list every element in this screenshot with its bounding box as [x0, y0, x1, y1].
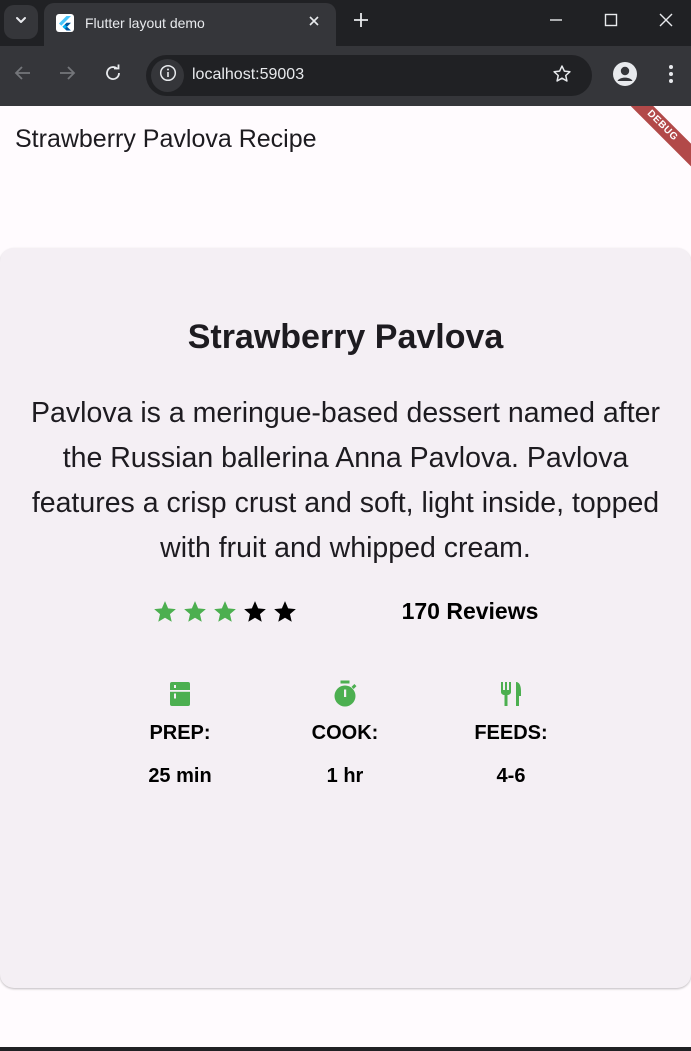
plus-icon	[353, 12, 369, 33]
kitchen-icon	[167, 680, 193, 708]
app-bar-title: Strawberry Pavlova Recipe	[15, 125, 317, 153]
feeds-value: 4-6	[496, 765, 526, 787]
window-bottom-edge	[0, 1047, 691, 1051]
maximize-icon	[604, 13, 618, 32]
minimize-button[interactable]	[528, 0, 584, 44]
feeds-info: FEEDS: 4-6	[441, 680, 581, 788]
arrow-right-icon	[58, 64, 76, 87]
close-icon	[659, 13, 673, 32]
close-window-button[interactable]	[638, 0, 691, 44]
back-button[interactable]	[6, 58, 40, 92]
timer-icon	[332, 680, 358, 708]
url-text[interactable]: localhost:59003	[192, 66, 304, 84]
recipe-title: Strawberry Pavlova	[187, 318, 504, 356]
recipe-description: Pavlova is a meringue-based dessert name…	[31, 397, 660, 564]
kebab-menu-icon	[668, 64, 674, 89]
reviews-count: 170 Reviews	[401, 598, 539, 624]
flutter-icon	[56, 14, 74, 32]
minimize-icon	[549, 13, 563, 32]
bookmark-button[interactable]	[547, 61, 577, 91]
recipe-card: Strawberry Pavlova Pavlova is a meringue…	[0, 248, 691, 988]
app-viewport: Strawberry Pavlova Recipe DEBUG Strawber…	[0, 106, 691, 1051]
star-icon	[270, 597, 300, 627]
reload-icon	[104, 64, 122, 87]
arrow-left-icon	[14, 64, 32, 87]
maximize-button[interactable]	[583, 0, 639, 44]
prep-info: PREP: 25 min	[110, 680, 250, 788]
browser-toolbar: localhost:59003	[0, 46, 691, 106]
star-outline-icon	[552, 64, 572, 89]
star-icon	[180, 597, 210, 627]
browser-menu-button[interactable]	[656, 61, 686, 91]
star-icon	[240, 597, 270, 627]
restaurant-icon	[498, 680, 524, 708]
info-icon	[159, 64, 177, 87]
cook-label: COOK:	[311, 722, 379, 744]
browser-tab-bar: Flutter layout demo	[0, 0, 691, 46]
cook-value: 1 hr	[326, 765, 364, 787]
star-icon	[210, 597, 240, 627]
rating-stars	[150, 597, 300, 627]
forward-button[interactable]	[50, 58, 84, 92]
browser-tab[interactable]: Flutter layout demo	[44, 3, 336, 46]
new-tab-button[interactable]	[348, 9, 374, 35]
feeds-label: FEEDS:	[474, 722, 548, 744]
tab-close-button[interactable]	[303, 12, 325, 34]
reload-button[interactable]	[96, 58, 130, 92]
site-info-button[interactable]	[151, 59, 184, 92]
prep-label: PREP:	[149, 722, 211, 744]
tab-search-button[interactable]	[4, 5, 38, 39]
tab-title: Flutter layout demo	[85, 15, 205, 31]
star-icon	[150, 597, 180, 627]
address-bar[interactable]: localhost:59003	[146, 55, 592, 96]
profile-button[interactable]	[610, 61, 640, 91]
profile-icon	[612, 61, 638, 92]
prep-value: 25 min	[148, 765, 212, 787]
cook-info: COOK: 1 hr	[275, 680, 415, 788]
close-icon	[308, 14, 320, 32]
chevron-down-icon	[14, 13, 28, 32]
debug-banner: DEBUG	[617, 106, 691, 171]
